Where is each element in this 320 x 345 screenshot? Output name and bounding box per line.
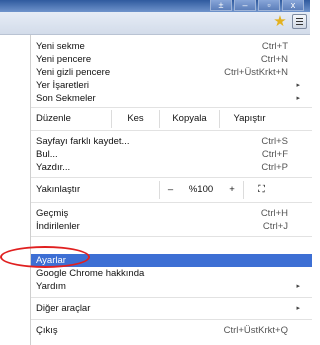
cut-button[interactable]: Kes (111, 110, 159, 128)
edit-label: Düzenle (36, 113, 71, 124)
red-highlight-circle (0, 246, 90, 268)
menu-item-label: Google Chrome hakkında (36, 268, 145, 279)
submenu-arrow-icon: ▸ (296, 82, 300, 89)
menu-item-label: Yardım (36, 281, 66, 292)
menu-item-shortcut: Ctrl+F (261, 149, 288, 160)
edit-row: Düzenle Kes Kopyala Yapıştır (31, 110, 312, 128)
menu-item-label: Yazdır... (36, 162, 71, 173)
menu-item-shortcut: Ctrl+N (260, 54, 288, 65)
minimize-button[interactable]: – (234, 0, 256, 11)
menu-item-downloads[interactable]: İndirilenler Ctrl+J (31, 220, 312, 233)
paste-button[interactable]: Yapıştır (219, 110, 279, 128)
zoom-level: %100 (188, 184, 214, 195)
menu-separator (31, 202, 312, 203)
zoom-out-button[interactable]: – (159, 181, 181, 199)
menu-item-label: Sayfayı farklı kaydet... (36, 136, 130, 147)
star-icon[interactable]: ★ (272, 14, 288, 30)
copy-button[interactable]: Kopyala (159, 110, 219, 128)
menu-item-save-page-as[interactable]: Sayfayı farklı kaydet... Ctrl+S (31, 135, 312, 148)
menu-item-shortcut: Ctrl+T (261, 41, 288, 52)
menu-separator (31, 297, 312, 298)
menu-separator (31, 236, 312, 237)
menu-item-shortcut: Ctrl+P (261, 162, 288, 173)
menu-item-label: Son Sekmeler (36, 93, 96, 104)
zoom-in-button[interactable]: + (221, 181, 243, 199)
menu-item-label: İndirilenler (36, 221, 80, 232)
menu-item-print[interactable]: Yazdır... Ctrl+P (31, 161, 312, 174)
menu-item-new-incognito-window[interactable]: Yeni gizli pencere Ctrl+ÜstKrkt+N (31, 66, 312, 79)
menu-item-new-window[interactable]: Yeni pencere Ctrl+N (31, 53, 312, 66)
zoom-label: Yakınlaştır (36, 184, 81, 195)
fullscreen-icon[interactable]: ⛶ (243, 181, 279, 199)
menu-item-bookmarks[interactable]: Yer İşaretleri ▸ (31, 79, 312, 92)
menu-item-exit[interactable]: Çıkış Ctrl+ÜstKrkt+Q (31, 324, 312, 337)
menu-separator (31, 177, 312, 178)
submenu-arrow-icon: ▸ (296, 283, 300, 290)
window-controls: ± – ▫ x (208, 0, 304, 11)
menu-item-shortcut: Ctrl+S (261, 136, 288, 147)
menu-item-label: Çıkış (36, 325, 58, 336)
menu-item-shortcut: Ctrl+ÜstKrkt+Q (223, 325, 288, 336)
menu-separator (31, 107, 312, 108)
menu-item-shortcut: Ctrl+H (260, 208, 288, 219)
submenu-arrow-icon: ▸ (296, 305, 300, 312)
menu-item-new-tab[interactable]: Yeni sekme Ctrl+T (31, 40, 312, 53)
menu-item-label: Yeni gizli pencere (36, 67, 111, 78)
menu-item-label: Diğer araçlar (36, 303, 91, 314)
menu-item-recent-tabs[interactable]: Son Sekmeler ▸ (31, 92, 312, 105)
zoom-row: Yakınlaştır – %100 + ⛶ (31, 181, 312, 199)
menu-separator (31, 130, 312, 131)
menu-item-shortcut: Ctrl+J (262, 221, 288, 232)
menu-item-more-tools[interactable]: Diğer araçlar ▸ (31, 302, 312, 315)
menu-item-label: Yeni pencere (36, 54, 92, 65)
menu-item-label: Yer İşaretleri (36, 80, 89, 91)
maximize-button[interactable]: ▫ (258, 0, 280, 11)
window-titlebar: ± – ▫ x (0, 0, 310, 12)
browser-toolbar: ★ (0, 12, 310, 35)
window-extra-button[interactable]: ± (210, 0, 232, 11)
submenu-arrow-icon: ▸ (296, 95, 300, 102)
menu-item-about-chrome[interactable]: Google Chrome hakkında (31, 267, 312, 280)
menu-item-find[interactable]: Bul... Ctrl+F (31, 148, 312, 161)
menu-item-help[interactable]: Yardım ▸ (31, 280, 312, 293)
menu-item-label: Bul... (36, 149, 58, 160)
close-button[interactable]: x (282, 0, 304, 11)
menu-item-shortcut: Ctrl+ÜstKrkt+N (224, 67, 288, 78)
hamburger-menu-icon[interactable] (292, 14, 307, 29)
menu-separator (31, 319, 312, 320)
menu-item-history[interactable]: Geçmiş Ctrl+H (31, 207, 312, 220)
chrome-menu: Yeni sekme Ctrl+T Yeni pencere Ctrl+N Ye… (30, 35, 312, 345)
menu-item-label: Yeni sekme (36, 41, 85, 52)
menu-item-label: Geçmiş (36, 208, 69, 219)
